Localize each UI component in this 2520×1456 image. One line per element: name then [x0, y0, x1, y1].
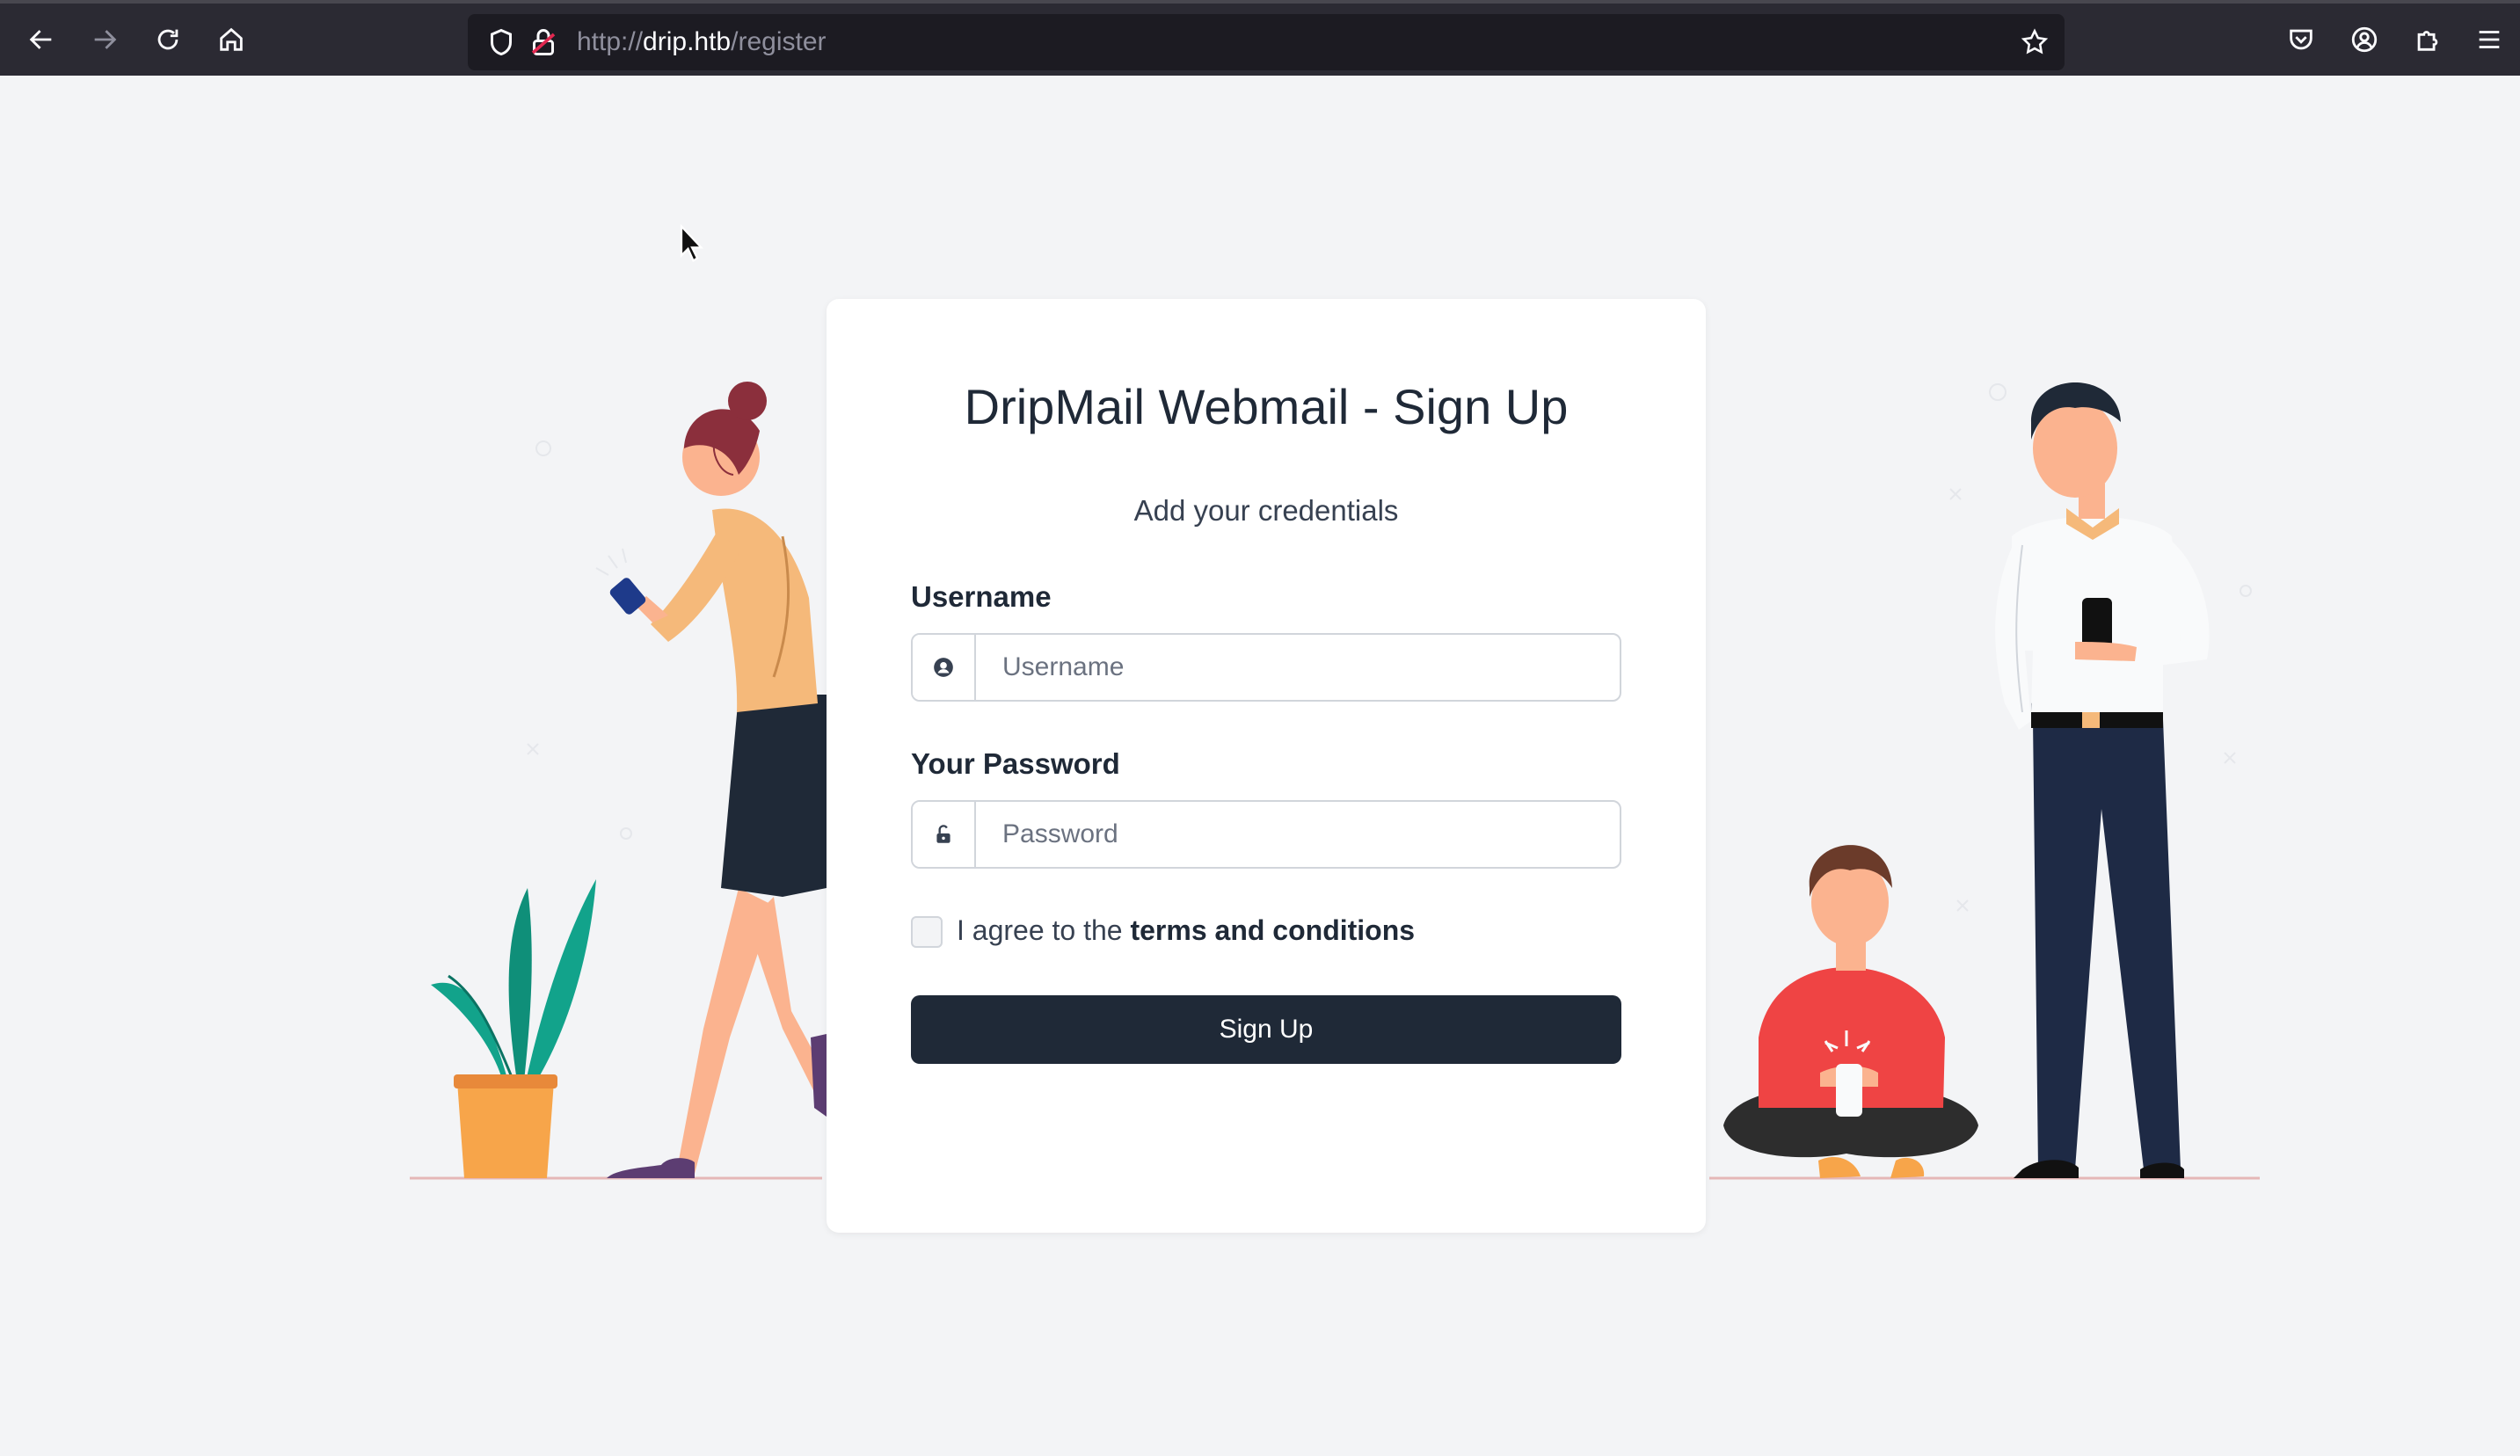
puzzle-icon[interactable]	[2406, 18, 2450, 62]
account-icon[interactable]	[2342, 18, 2386, 62]
password-label: Your Password	[911, 747, 1120, 780]
username-label: Username	[911, 580, 1052, 613]
terms-link[interactable]: terms and conditions	[1130, 914, 1415, 946]
signup-button[interactable]: Sign Up	[911, 995, 1621, 1064]
url-text[interactable]: http://drip.htb/register	[577, 14, 827, 70]
illustration-men-with-phones	[1709, 382, 2260, 1180]
mouse-cursor-icon	[680, 223, 704, 263]
browser-toolbar: http://drip.htb/register	[0, 0, 2520, 76]
star-icon[interactable]	[2015, 23, 2054, 62]
terms-text: I agree to the terms and conditions	[957, 914, 1416, 946]
lock-insecure-icon[interactable]	[528, 26, 559, 58]
back-arrow-icon[interactable]	[19, 18, 63, 62]
reload-icon[interactable]	[146, 18, 190, 62]
home-icon[interactable]	[209, 18, 253, 62]
forward-arrow-icon[interactable]	[83, 18, 127, 62]
page-title: DripMail Webmail - Sign Up	[964, 379, 1569, 434]
signup-card: DripMail Webmail - Sign Up Add your cred…	[827, 299, 1706, 1233]
pocket-icon[interactable]	[2279, 18, 2323, 62]
user-circle-icon	[913, 635, 976, 700]
terms-checkbox[interactable]	[911, 916, 943, 948]
password-input[interactable]	[976, 802, 1618, 867]
url-bar[interactable]: http://drip.htb/register	[468, 14, 2065, 70]
page-subtitle: Add your credentials	[1133, 494, 1399, 527]
hamburger-menu-icon[interactable]	[2467, 18, 2511, 62]
shield-icon[interactable]	[485, 26, 517, 58]
username-input-group	[911, 633, 1621, 702]
illustration-woman-with-phone	[410, 382, 827, 1180]
username-input[interactable]	[976, 635, 1618, 700]
unlock-icon	[913, 802, 976, 867]
password-input-group	[911, 800, 1621, 869]
